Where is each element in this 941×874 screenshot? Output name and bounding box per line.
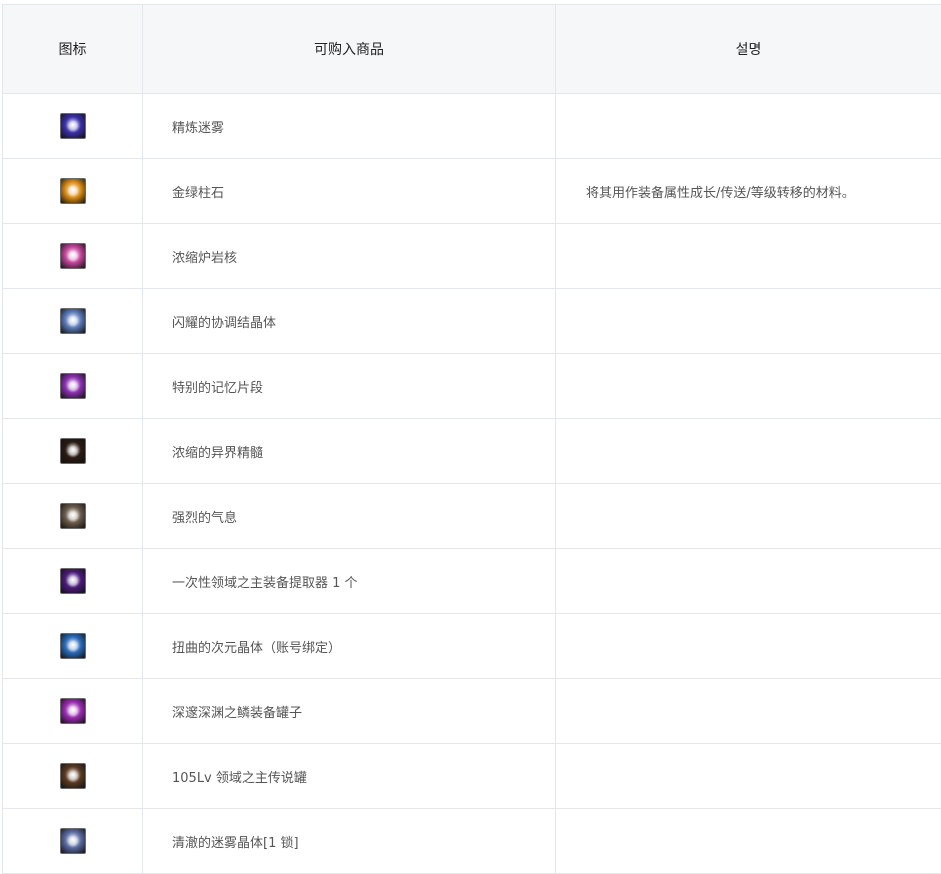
dark-otherworld-essence-icon: [60, 438, 86, 464]
table-row: 精炼迷雾: [3, 94, 941, 159]
item-description: [556, 679, 941, 744]
item-name: 深邃深渊之鳞装备罐子: [143, 679, 556, 744]
purple-extractor-icon: [60, 568, 86, 594]
table-row: 扭曲的次元晶体（账号绑定）: [3, 614, 941, 679]
item-description: [556, 419, 941, 484]
table-row: 浓缩炉岩核: [3, 224, 941, 289]
twisted-dimension-crystal-icon: [60, 633, 86, 659]
item-icon-cell: [3, 549, 143, 614]
item-description: [556, 809, 941, 874]
pink-crystal-core-icon: [60, 243, 86, 269]
item-name: 精炼迷雾: [143, 94, 556, 159]
item-icon-cell: [3, 159, 143, 224]
item-description: [556, 549, 941, 614]
item-description: [556, 224, 941, 289]
table-row: 一次性领域之主装备提取器 1 个: [3, 549, 941, 614]
item-name: 闪耀的协调结晶体: [143, 289, 556, 354]
item-name: 强烈的气息: [143, 484, 556, 549]
item-description: [556, 744, 941, 809]
table-row: 特别的记忆片段: [3, 354, 941, 419]
item-icon-cell: [3, 224, 143, 289]
item-icon-cell: [3, 744, 143, 809]
item-table-container: 图标 可购入商品 설명 精炼迷雾金绿柱石将其用作装备属性成长/传送/等级转移的材…: [2, 4, 941, 874]
item-icon-cell: [3, 289, 143, 354]
item-name: 一次性领域之主装备提取器 1 个: [143, 549, 556, 614]
golden-harmony-crystal-icon: [60, 308, 86, 334]
table-row: 浓缩的异界精髓: [3, 419, 941, 484]
clear-mist-crystal-icon: [60, 828, 86, 854]
item-description: [556, 484, 941, 549]
bright-star-orb-icon: [60, 113, 86, 139]
item-icon-cell: [3, 484, 143, 549]
item-name: 特别的记忆片段: [143, 354, 556, 419]
header-icon: 图标: [3, 5, 143, 94]
purchasable-items-table: 图标 可购入商品 설명 精炼迷雾金绿柱石将其用作装备属性成长/传送/等级转移的材…: [2, 4, 941, 874]
item-description: [556, 94, 941, 159]
item-icon-cell: [3, 419, 143, 484]
table-row: 强烈的气息: [3, 484, 941, 549]
memory-shard-icon: [60, 373, 86, 399]
item-name: 浓缩的异界精髓: [143, 419, 556, 484]
item-name: 105Lv 领域之主传说罐: [143, 744, 556, 809]
radiant-aura-icon: [60, 503, 86, 529]
item-description: [556, 289, 941, 354]
table-row: 深邃深渊之鳞装备罐子: [3, 679, 941, 744]
legend-jar-icon: [60, 763, 86, 789]
table-row: 105Lv 领域之主传说罐: [3, 744, 941, 809]
item-name: 金绿柱石: [143, 159, 556, 224]
item-icon-cell: [3, 679, 143, 744]
item-description: [556, 354, 941, 419]
table-row: 金绿柱石将其用作装备属性成长/传送/等级转移的材料。: [3, 159, 941, 224]
item-icon-cell: [3, 94, 143, 159]
item-name: 扭曲的次元晶体（账号绑定）: [143, 614, 556, 679]
table-row: 清澈的迷雾晶体[1 锁]: [3, 809, 941, 874]
item-name: 浓缩炉岩核: [143, 224, 556, 289]
item-name: 清澈的迷雾晶体[1 锁]: [143, 809, 556, 874]
item-icon-cell: [3, 354, 143, 419]
item-description: [556, 614, 941, 679]
header-description: 설명: [556, 5, 941, 94]
item-icon-cell: [3, 614, 143, 679]
abyss-equipment-jar-icon: [60, 698, 86, 724]
header-item: 可购入商品: [143, 5, 556, 94]
table-row: 闪耀的协调结晶体: [3, 289, 941, 354]
item-description: 将其用作装备属性成长/传送/等级转移的材料。: [556, 159, 941, 224]
item-icon-cell: [3, 809, 143, 874]
table-header-row: 图标 可购入商品 설명: [3, 5, 941, 94]
golden-gem-icon: [60, 178, 86, 204]
